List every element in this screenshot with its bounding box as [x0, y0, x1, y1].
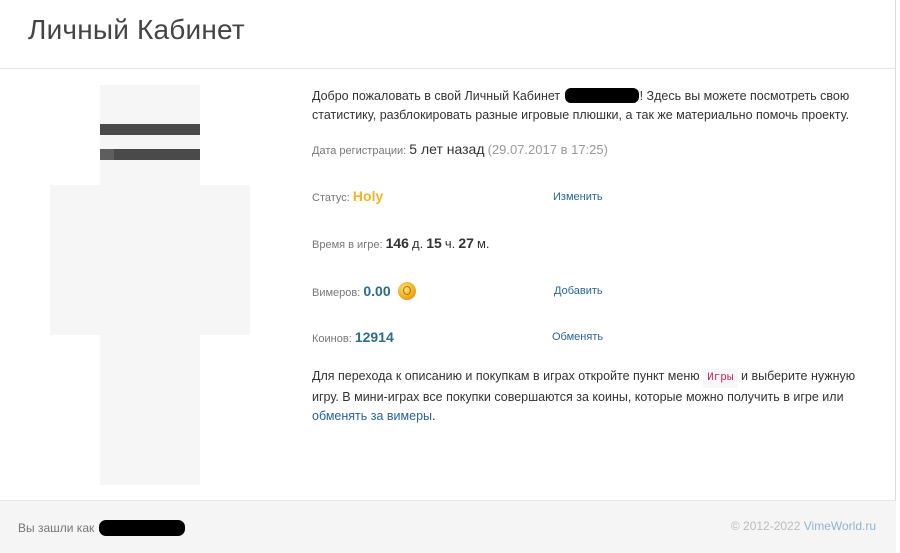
status-label: Статус: [312, 192, 350, 204]
registration-row: Дата регистрации: 5 лет назад (29.07.201… [312, 141, 608, 157]
games-menu-item: Игры [703, 369, 738, 388]
vimers-value: 0.00 [363, 283, 391, 299]
card-header: Личный Кабинет [0, 0, 896, 69]
playtime-label: Время в игре: [312, 239, 383, 251]
logged-in-as: Вы зашли как [18, 520, 186, 536]
player-skin-preview [50, 85, 250, 485]
change-status-link[interactable]: Изменить [553, 191, 603, 203]
skin-head [100, 85, 200, 185]
card-footer: Вы зашли как © 2012-2022 VimeWorld.ru [0, 500, 896, 553]
vimers-row: Вимеров: 0.00 [312, 282, 416, 300]
coins-row: Коинов: 12914 [312, 329, 394, 345]
skin-body [50, 185, 250, 335]
registration-date: (29.07.2017 в 17:25) [487, 142, 608, 157]
coins-value: 12914 [354, 329, 394, 345]
vimers-label: Вимеров: [312, 287, 361, 299]
copyright: © 2012-2022 VimeWorld.ru [731, 519, 876, 533]
redacted-username [564, 88, 639, 103]
playtime-hours: 15 [426, 235, 442, 251]
playtime-days: 146 [385, 235, 409, 251]
playtime-row: Время в игре: 146 д. 15 ч. 27 м. [312, 235, 490, 251]
help-text-period: . [432, 409, 436, 423]
welcome-text: Добро пожаловать в свой Личный Кабинет !… [312, 87, 882, 125]
status-value: Holy [352, 188, 384, 204]
skin-stripe-accent [100, 149, 114, 160]
playtime-minutes: 27 [458, 235, 474, 251]
brand-link[interactable]: VimeWorld.ru [804, 519, 876, 533]
exchange-vimers-link[interactable]: обменять за вимеры [312, 409, 432, 423]
add-vimers-link[interactable]: Добавить [554, 285, 603, 297]
coins-label: Коинов: [312, 333, 352, 345]
playtime-days-unit: д. [411, 236, 424, 251]
coin-icon [397, 282, 416, 300]
account-card: Личный Кабинет Добро пожаловать в свой Л… [0, 0, 896, 553]
help-text: Для перехода к описанию и покупкам в игр… [312, 367, 882, 426]
skin-legs [100, 335, 200, 485]
help-text-part1: Для перехода к описанию и покупкам в игр… [312, 369, 700, 383]
skin-stripe-bottom [100, 149, 200, 160]
status-row: Статус: Holy [312, 188, 383, 204]
copyright-years: © 2012-2022 [730, 519, 801, 533]
playtime-minutes-unit: м. [476, 236, 490, 251]
skin-stripe-top [100, 124, 200, 135]
registration-label: Дата регистрации: [312, 145, 407, 157]
page-title: Личный Кабинет [28, 14, 245, 45]
exchange-coins-link[interactable]: Обменять [552, 331, 603, 343]
welcome-text-part1: Добро пожаловать в свой Личный Кабинет [312, 89, 561, 103]
playtime-hours-unit: ч. [444, 236, 456, 251]
registration-ago: 5 лет назад [409, 141, 485, 157]
logged-in-as-label: Вы зашли как [18, 521, 95, 535]
redacted-username-footer [98, 520, 185, 536]
